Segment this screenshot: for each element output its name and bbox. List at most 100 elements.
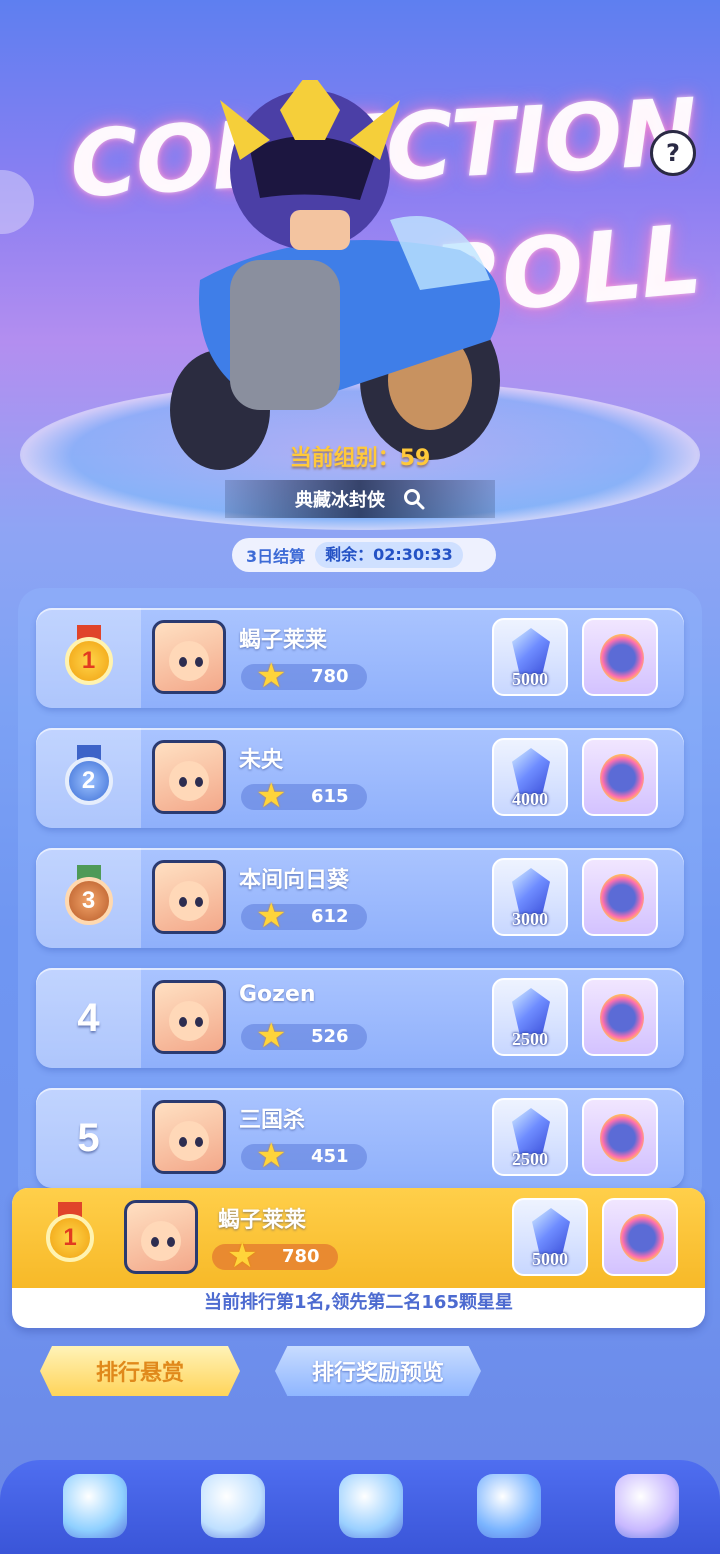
badge-icon	[600, 634, 644, 682]
player-name: 三国杀	[239, 1108, 306, 1133]
star-icon: ★	[256, 1136, 287, 1176]
player-name: 蝎子莱莱	[239, 628, 328, 653]
star-icon: ★	[256, 896, 287, 936]
score-bar: ★ 612	[241, 898, 367, 934]
gem-reward[interactable]: 2500	[492, 978, 568, 1056]
gamepad-icon	[339, 1474, 403, 1538]
player-score: 780	[311, 666, 349, 687]
gem-amount: 2500	[512, 1149, 548, 1169]
badge-icon	[600, 1114, 644, 1162]
gem-reward[interactable]: 4000	[492, 738, 568, 816]
player-avatar[interactable]	[152, 740, 226, 814]
remaining-time: 剩余：02:30:33	[315, 542, 463, 568]
player-name: Gozen	[239, 982, 316, 1007]
player-avatar[interactable]	[152, 620, 226, 694]
rank-cell: 2	[36, 728, 141, 828]
gem-amount: 5000	[512, 669, 548, 689]
player-score: 526	[311, 1026, 349, 1047]
badge-icon	[620, 1214, 664, 1262]
my-score: 780	[282, 1246, 320, 1267]
my-rank-medal: 1	[42, 1202, 98, 1268]
crystal-icon	[512, 1108, 550, 1154]
my-rank-card: 1 蝎子莱莱 ★ 780 5000 当前排行第1名,领先第二名165颗星星	[12, 1188, 705, 1328]
score-bar: ★ 526	[241, 1018, 367, 1054]
nav-item-trophy[interactable]	[466, 1466, 552, 1546]
crystal-icon	[512, 628, 550, 674]
collection-name: 典藏冰封侠	[295, 490, 385, 511]
player-avatar[interactable]	[152, 980, 226, 1054]
rank-number: 5	[77, 1115, 100, 1160]
player-score: 451	[311, 1146, 349, 1167]
lottery-icon	[63, 1474, 127, 1538]
rank-medal-icon: 2	[61, 745, 117, 811]
crystal-icon	[532, 1208, 570, 1254]
gem-amount: 2500	[512, 1029, 548, 1049]
badge-icon	[600, 874, 644, 922]
my-gem-amount: 5000	[532, 1249, 568, 1269]
help-button[interactable]: ?	[650, 130, 696, 176]
character-on-motorbike-image	[170, 80, 500, 470]
leaderboard-row[interactable]: 5 三国杀 ★ 451 2500	[36, 1088, 684, 1188]
badge-reward[interactable]	[582, 738, 658, 816]
leaderboard-row[interactable]: 3 本间向日葵 ★ 612 3000	[36, 848, 684, 948]
star-icon: ★	[256, 656, 287, 696]
player-name: 本间向日葵	[239, 868, 350, 893]
badge-reward[interactable]	[582, 858, 658, 936]
crystal-icon	[512, 988, 550, 1034]
score-bar: ★ 451	[241, 1138, 367, 1174]
rank-medal-icon: 3	[61, 865, 117, 931]
gem-reward[interactable]: 2500	[492, 1098, 568, 1176]
badge-reward[interactable]	[582, 978, 658, 1056]
search-icon	[404, 489, 425, 510]
hero-banner: COLLECTION ROLL ? 当前组别：59 典藏冰封侠 3日结算 剩余：…	[0, 0, 720, 590]
gem-reward[interactable]: 5000	[492, 618, 568, 696]
group-label: 当前组别：59	[289, 446, 431, 471]
star-icon: ★	[256, 776, 287, 816]
rank-cell: 1	[36, 608, 141, 708]
player-avatar[interactable]	[152, 1100, 226, 1174]
reward-preview-button[interactable]: 排行奖励预览	[275, 1346, 481, 1396]
nav-item-lottery[interactable]	[52, 1466, 138, 1546]
badge-icon	[600, 754, 644, 802]
leaderboard-row[interactable]: 1 蝎子莱莱 ★ 780 5000	[36, 608, 684, 708]
score-bar: ★ 615	[241, 778, 367, 814]
side-expand-tab[interactable]	[0, 170, 34, 234]
my-avatar[interactable]	[124, 1200, 198, 1274]
collection-search-bar[interactable]: 典藏冰封侠	[225, 480, 495, 518]
mystery-box-icon	[615, 1474, 679, 1538]
nav-item-mystery-box[interactable]	[604, 1466, 690, 1546]
rank-cell: 4	[36, 968, 141, 1068]
gem-reward[interactable]: 3000	[492, 858, 568, 936]
player-avatar[interactable]	[152, 860, 226, 934]
settlement-timer: 3日结算 剩余：02:30:33	[232, 538, 496, 572]
badge-reward[interactable]	[582, 618, 658, 696]
gem-amount: 3000	[512, 909, 548, 929]
player-name: 未央	[239, 748, 284, 773]
settlement-cycle: 3日结算	[246, 547, 306, 566]
rank-cell: 3	[36, 848, 141, 948]
rank-bounty-button[interactable]: 排行悬赏	[40, 1346, 240, 1396]
my-gem-reward[interactable]: 5000	[512, 1198, 588, 1276]
nav-item-gamepad[interactable]	[328, 1466, 414, 1546]
my-player-name: 蝎子莱莱	[218, 1208, 307, 1233]
player-score: 612	[311, 906, 349, 927]
racing-icon	[201, 1474, 265, 1538]
crystal-icon	[512, 748, 550, 794]
score-bar: ★ 780	[241, 658, 367, 694]
leaderboard-row[interactable]: 2 未央 ★ 615 4000	[36, 728, 684, 828]
leaderboard-row[interactable]: 4 Gozen ★ 526 2500	[36, 968, 684, 1068]
star-icon: ★	[256, 1016, 287, 1056]
trophy-icon	[477, 1474, 541, 1538]
gem-amount: 4000	[512, 789, 548, 809]
player-score: 615	[311, 786, 349, 807]
my-score-bar: ★ 780	[212, 1238, 338, 1274]
my-badge-reward[interactable]	[602, 1198, 678, 1276]
nav-item-racing[interactable]	[190, 1466, 276, 1546]
my-rank-note: 当前排行第1名,领先第二名165颗星星	[204, 1292, 513, 1313]
crystal-icon	[512, 868, 550, 914]
star-icon: ★	[227, 1236, 258, 1276]
rank-number: 4	[77, 995, 100, 1040]
my-rank-row[interactable]: 1 蝎子莱莱 ★ 780 5000	[12, 1188, 705, 1288]
badge-icon	[600, 994, 644, 1042]
badge-reward[interactable]	[582, 1098, 658, 1176]
